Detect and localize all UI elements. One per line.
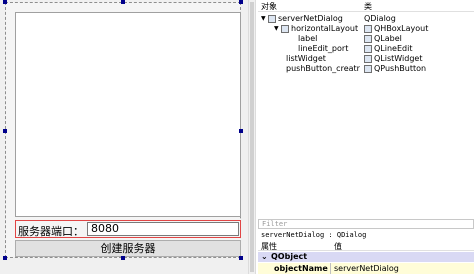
tree-item-name: pushButton_creatr (286, 64, 360, 73)
port-input[interactable]: 8080 (87, 222, 239, 236)
resize-handle[interactable] (3, 0, 7, 4)
resize-handle[interactable] (3, 256, 7, 260)
property-name: objectName (274, 264, 328, 273)
tree-item-class: QLineEdit (374, 44, 413, 53)
layout-icon (281, 25, 289, 33)
property-value[interactable]: serverNetDialog (334, 263, 399, 274)
resize-handle[interactable] (121, 256, 125, 260)
port-label: 服务器端口： (18, 225, 84, 238)
property-group-qobject[interactable]: ⌄ QObject (258, 252, 474, 262)
tree-item-label[interactable]: label QLabel (258, 34, 474, 44)
column-class[interactable]: 类 (364, 1, 372, 12)
collapse-arrow-icon[interactable]: ⌄ (261, 252, 268, 262)
tree-item-name: horizontalLayout (291, 24, 359, 33)
tree-item-class: QLabel (374, 34, 402, 43)
column-object[interactable]: 对象 (261, 1, 277, 12)
resize-handle[interactable] (239, 0, 243, 4)
tree-item-class: QHBoxLayout (374, 24, 429, 33)
expand-arrow-icon[interactable]: ▼ (261, 14, 266, 24)
create-server-button[interactable]: 创建服务器 (15, 240, 241, 257)
object-class-line: serverNetDialog : QDialog (261, 231, 367, 239)
tree-item-name: listWidget (286, 54, 326, 63)
tree-item-lineedit-port[interactable]: lineEdit_port QLineEdit (258, 44, 474, 54)
inspector-header: 对象 类 (258, 0, 474, 12)
resize-handle[interactable] (121, 0, 125, 4)
tree-item-name: lineEdit_port (298, 44, 349, 53)
tree-item-horizontallayout[interactable]: ▼ horizontalLayout QHBoxLayout (258, 24, 474, 34)
pushbutton-icon (364, 65, 372, 73)
lineedit-icon (364, 45, 372, 53)
scrollbar-thumb[interactable] (250, 2, 254, 272)
label-icon (364, 35, 372, 43)
tree-item-name: serverNetDialog (278, 14, 343, 23)
tree-item-class: QListWidget (374, 54, 423, 63)
property-header: 属性 值 (258, 240, 474, 251)
tree-item-pushbutton[interactable]: pushButton_creatr QPushButton (258, 64, 474, 74)
column-property[interactable]: 属性 (261, 241, 277, 252)
horizontal-layout[interactable]: 服务器端口： 8080 (15, 220, 241, 238)
tree-item-servernetdialog[interactable]: ▼ serverNetDialog QDialog (258, 14, 474, 24)
tree-item-class: QDialog (364, 14, 396, 23)
column-value[interactable]: 值 (334, 241, 342, 252)
resize-handle[interactable] (239, 256, 243, 260)
form-canvas: 服务器端口： 8080 创建服务器 (0, 0, 248, 274)
canvas-scrollbar[interactable] (248, 0, 256, 274)
resize-handle[interactable] (239, 129, 243, 133)
property-row-objectname[interactable]: objectName serverNetDialog (258, 263, 474, 274)
listwidget-icon (364, 55, 372, 63)
expand-arrow-icon[interactable]: ▼ (274, 24, 279, 34)
dialog-icon (268, 15, 276, 23)
resize-handle[interactable] (3, 129, 7, 133)
tree-item-name: label (298, 34, 318, 43)
tree-item-class: QPushButton (374, 64, 427, 73)
list-widget[interactable] (15, 12, 241, 217)
hbox-layout-icon (364, 25, 372, 33)
filter-input[interactable]: Filter (258, 219, 474, 229)
group-label: QObject (271, 252, 308, 261)
tree-item-listwidget[interactable]: listWidget QListWidget (258, 54, 474, 64)
object-inspector: 对象 类 ▼ serverNetDialog QDialog ▼ horizon… (258, 0, 474, 212)
dialog-preview[interactable]: 服务器端口： 8080 创建服务器 (5, 2, 241, 258)
column-divider (330, 263, 331, 274)
